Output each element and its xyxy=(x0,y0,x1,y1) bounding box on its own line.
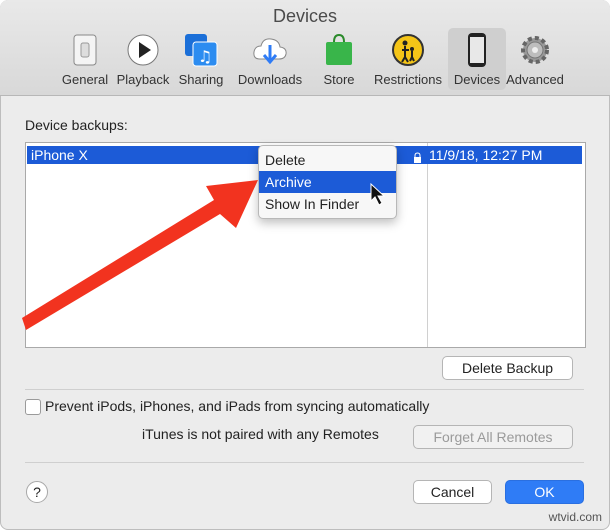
gear-icon xyxy=(517,32,553,68)
divider xyxy=(25,462,584,463)
tab-sharing-label: Sharing xyxy=(178,72,224,87)
menu-item-delete[interactable]: Delete xyxy=(259,149,396,171)
play-icon xyxy=(125,32,161,68)
remotes-status-text: iTunes is not paired with any Remotes xyxy=(142,426,379,442)
tab-advanced[interactable]: Advanced xyxy=(506,28,564,90)
forget-all-remotes-button[interactable]: Forget All Remotes xyxy=(413,425,573,449)
tab-playback[interactable]: Playback xyxy=(114,28,172,90)
preferences-window: Devices General Playback ♫ Sharing Downl… xyxy=(0,0,610,530)
prevent-sync-label: Prevent iPods, iPhones, and iPads from s… xyxy=(45,398,430,414)
preferences-toolbar: General Playback ♫ Sharing Downloads Sto… xyxy=(56,28,564,90)
tab-general[interactable]: General xyxy=(56,28,114,90)
device-backups-label: Device backups: xyxy=(25,117,128,133)
menu-item-archive[interactable]: Archive xyxy=(259,171,396,193)
lock-icon xyxy=(413,150,422,168)
tab-restrictions[interactable]: Restrictions xyxy=(368,28,448,90)
tab-advanced-label: Advanced xyxy=(506,72,564,87)
iphone-icon xyxy=(459,32,495,68)
divider xyxy=(25,389,584,390)
menu-item-show-in-finder[interactable]: Show In Finder xyxy=(259,193,396,215)
help-button[interactable]: ? xyxy=(26,481,48,503)
tab-devices[interactable]: Devices xyxy=(448,28,506,90)
prevent-sync-checkbox[interactable] xyxy=(25,399,41,415)
tab-store[interactable]: Store xyxy=(310,28,368,90)
tab-playback-label: Playback xyxy=(116,72,170,87)
watermark: wtvid.com xyxy=(548,510,602,524)
cloud-download-icon xyxy=(252,32,288,68)
column-divider xyxy=(427,143,428,347)
title-bar: Devices General Playback ♫ Sharing Downl… xyxy=(0,0,610,96)
ok-button[interactable]: OK xyxy=(505,480,584,504)
tab-restrictions-label: Restrictions xyxy=(374,72,442,87)
context-menu: Delete Archive Show In Finder xyxy=(258,145,397,219)
toggle-switch-icon xyxy=(67,32,103,68)
window-title: Devices xyxy=(272,6,338,26)
delete-backup-button[interactable]: Delete Backup xyxy=(442,356,573,380)
parental-icon xyxy=(390,32,426,68)
svg-text:♫: ♫ xyxy=(198,47,212,66)
backup-date: 11/9/18, 12:27 PM xyxy=(429,147,543,163)
music-notes-icon: ♫ xyxy=(183,32,219,68)
tab-devices-label: Devices xyxy=(453,72,501,87)
tab-downloads[interactable]: Downloads xyxy=(230,28,310,90)
backup-device-name: iPhone X xyxy=(31,147,88,163)
cancel-button[interactable]: Cancel xyxy=(413,480,492,504)
tab-downloads-label: Downloads xyxy=(237,72,303,87)
tab-store-label: Store xyxy=(323,72,355,87)
tab-general-label: General xyxy=(61,72,109,87)
tab-sharing[interactable]: ♫ Sharing xyxy=(172,28,230,90)
shopping-bag-icon xyxy=(321,32,357,68)
